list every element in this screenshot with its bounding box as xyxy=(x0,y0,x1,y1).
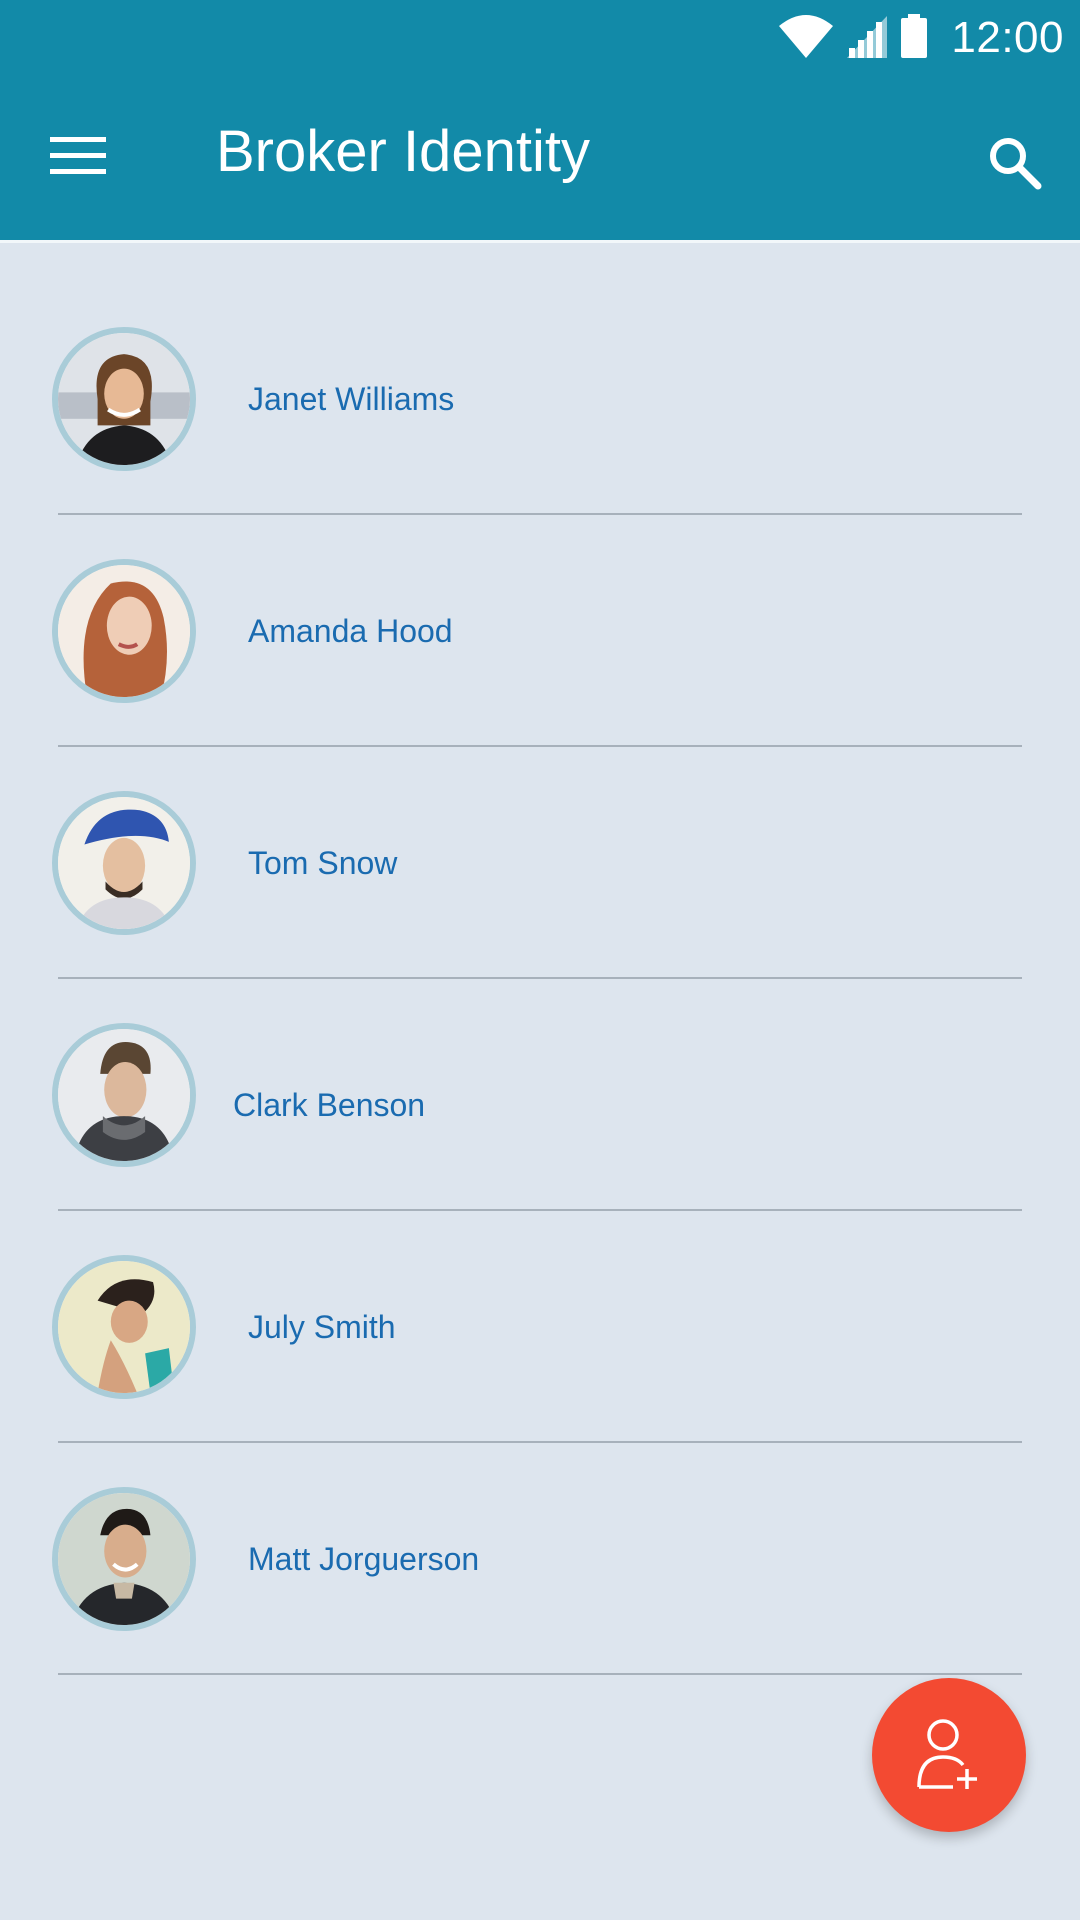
contact-name: Clark Benson xyxy=(233,1087,426,1123)
add-person-icon xyxy=(909,1713,989,1798)
avatar xyxy=(52,1023,196,1167)
avatar xyxy=(52,559,196,703)
contact-name: Amanda Hood xyxy=(248,613,453,649)
contact-name: Matt Jorguerson xyxy=(248,1541,480,1577)
contact-row-july-smith[interactable]: July Smith xyxy=(0,1211,1080,1443)
avatar xyxy=(52,791,196,935)
battery-icon xyxy=(899,12,929,65)
contact-list: Janet Williams Amanda Hood Tom Snow Clar… xyxy=(0,283,1080,1675)
hamburger-menu-icon xyxy=(50,135,106,182)
avatar xyxy=(52,327,196,471)
status-bar: 12:00 xyxy=(777,12,1064,64)
contact-row-amanda-hood[interactable]: Amanda Hood xyxy=(0,515,1080,747)
contact-row-tom-snow[interactable]: Tom Snow xyxy=(0,747,1080,979)
contact-row-clark-benson[interactable]: Clark Benson xyxy=(0,979,1080,1211)
add-contact-button[interactable] xyxy=(872,1678,1026,1832)
app-bar-divider xyxy=(0,240,1080,243)
list-divider xyxy=(58,1673,1022,1675)
contact-name: Tom Snow xyxy=(248,845,398,881)
contact-name: July Smith xyxy=(248,1309,396,1345)
contact-row-janet-williams[interactable]: Janet Williams xyxy=(0,283,1080,515)
avatar xyxy=(52,1487,196,1631)
contact-row-matt-jorguerson[interactable]: Matt Jorguerson xyxy=(0,1443,1080,1675)
page-title: Broker Identity xyxy=(216,119,590,184)
status-time: 12:00 xyxy=(951,13,1064,62)
search-button[interactable] xyxy=(980,130,1048,198)
wifi-icon xyxy=(777,12,835,65)
avatar xyxy=(52,1255,196,1399)
menu-button[interactable] xyxy=(44,130,112,186)
app-bar: 12:00 Broker Identity xyxy=(0,0,1080,240)
contact-name: Janet Williams xyxy=(248,381,455,417)
search-icon xyxy=(986,134,1042,195)
cellular-signal-icon xyxy=(845,12,889,65)
